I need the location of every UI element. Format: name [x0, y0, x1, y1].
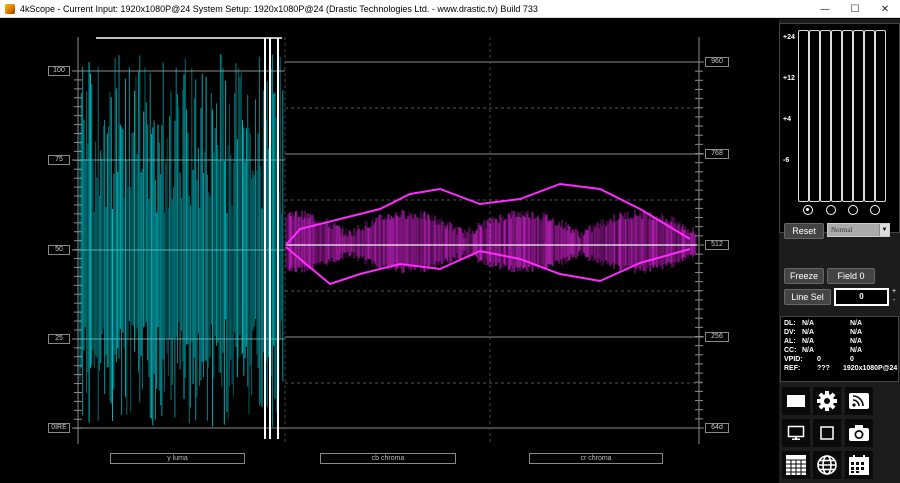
display-icon[interactable]: [782, 419, 810, 447]
reset-button[interactable]: Reset: [784, 223, 824, 239]
right-tick-64d: 64d: [705, 423, 729, 433]
right-tick-768: 768: [705, 149, 729, 159]
channel-label-cb-chroma: cb chroma: [320, 453, 456, 464]
db-label-24: +24: [783, 34, 795, 41]
app-icon: [5, 3, 15, 14]
line-increment[interactable]: +: [892, 288, 896, 295]
waveform-graph: [72, 37, 704, 444]
mode-select-value: Normal: [831, 226, 853, 234]
line-sel-button[interactable]: Line Sel: [784, 289, 831, 305]
meter-bar-5: [842, 30, 853, 202]
waveform-scope[interactable]: 100 75 50 25 0IRE 960 768 512 256 64d y …: [0, 19, 778, 483]
db-label-12: +12: [783, 75, 795, 82]
meter-bar-7: [864, 30, 875, 202]
left-tick-25: 25: [48, 334, 70, 344]
meter-bar-8: [875, 30, 886, 202]
channel-label-cr-chroma: cr chroma: [529, 453, 663, 464]
window-title: 4kScope - Current Input: 1920x1080P@24 S…: [20, 3, 538, 14]
meter-bar-3: [820, 30, 831, 202]
db-label-4: +4: [783, 116, 791, 123]
audio-meters: +24 +12 +4 -6: [779, 23, 900, 233]
field-button[interactable]: Field 0: [827, 268, 875, 284]
maximize-button[interactable]: ☐: [840, 0, 870, 18]
monitor-icon[interactable]: [782, 387, 810, 415]
chevron-down-icon[interactable]: ▼: [879, 224, 889, 236]
left-tick-100: 100: [48, 66, 70, 76]
rss-icon[interactable]: [845, 387, 873, 415]
control-panel: +24 +12 +4 -6 Reset Normal ▼ Freeze Fiel…: [779, 19, 900, 483]
grid-icon[interactable]: [782, 451, 810, 479]
close-button[interactable]: ✕: [870, 0, 900, 18]
title-bar: 4kScope - Current Input: 1920x1080P@24 S…: [0, 0, 900, 18]
meter-pair-radio-3[interactable]: [848, 205, 858, 215]
right-tick-512: 512: [705, 240, 729, 250]
meter-bar-2: [809, 30, 820, 202]
left-tick-0ire: 0IRE: [48, 423, 70, 433]
square-icon[interactable]: [813, 419, 841, 447]
signal-info-box: DL: N/A N/A DV: N/A N/A AL: N/A N/A CC: …: [780, 316, 899, 382]
calendar-icon[interactable]: [845, 451, 873, 479]
meter-pair-radio-4[interactable]: [870, 205, 880, 215]
mode-select[interactable]: Normal ▼: [827, 223, 890, 237]
meter-pair-radio-1[interactable]: [803, 205, 813, 215]
line-number-input[interactable]: 0: [834, 288, 889, 306]
left-tick-75: 75: [48, 155, 70, 165]
freeze-button[interactable]: Freeze: [784, 268, 824, 284]
meter-bar-6: [853, 30, 864, 202]
meter-bar-1: [798, 30, 809, 202]
right-tick-960: 960: [705, 57, 729, 67]
left-tick-50: 50: [48, 245, 70, 255]
db-label-6: -6: [783, 157, 790, 164]
minimize-button[interactable]: —: [810, 0, 840, 18]
line-decrement[interactable]: -: [893, 297, 895, 304]
camera-icon[interactable]: [845, 419, 873, 447]
meter-pair-radio-2[interactable]: [826, 205, 836, 215]
globe-icon[interactable]: [813, 451, 841, 479]
right-tick-256: 256: [705, 332, 729, 342]
meter-bar-4: [831, 30, 842, 202]
channel-label-y-luma: y luma: [110, 453, 245, 464]
settings-icon[interactable]: [813, 387, 841, 415]
